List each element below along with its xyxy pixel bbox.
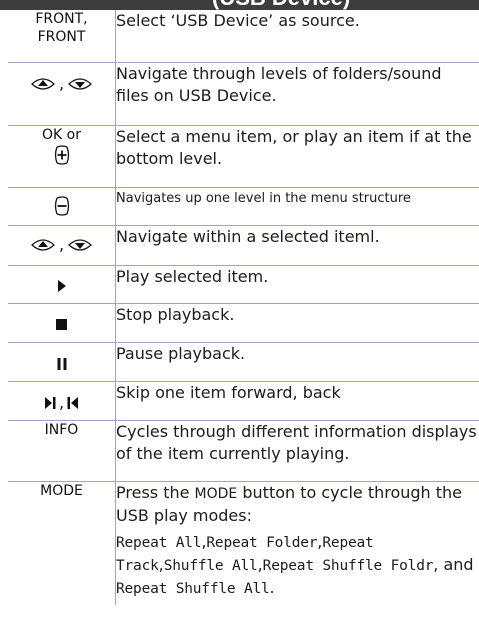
description-cell: Navigates up one level in the menu struc… [115, 187, 479, 226]
description-cell: Navigate within a selected iteml. [115, 225, 479, 266]
key-separator: , [58, 73, 65, 93]
key-label: FRONT, [35, 11, 88, 27]
table-row: MODE Press the MODE button to cycle thro… [8, 481, 479, 605]
mode-key-inline: MODE [194, 485, 238, 502]
description-cell: Stop playback. [115, 303, 479, 343]
key-cell: MODE [8, 481, 116, 605]
key-cell [8, 265, 116, 304]
key-cell: , [8, 225, 116, 266]
description-cell: Select a menu item, or play an item if a… [115, 125, 479, 188]
skip-back-icon [67, 396, 79, 409]
key-cell: INFO [8, 420, 116, 482]
description-cell: Cycles through different information dis… [115, 420, 479, 482]
key-label: MODE [40, 482, 83, 499]
table-row: , Navigate within a selected iteml. [8, 225, 479, 266]
pause-icon [57, 357, 66, 370]
stop-icon [56, 319, 67, 330]
description-cell: Press the MODE button to cycle through t… [115, 481, 479, 605]
description-text: Press the [116, 482, 195, 502]
nav-up-icon [31, 238, 55, 251]
play-mode: Repeat All [116, 534, 202, 551]
table-row: , Navigate through levels of folders/sou… [8, 62, 479, 126]
minus-icon [54, 195, 69, 216]
key-label: INFO [44, 421, 79, 438]
play-mode: Repeat Shuffle Foldr [262, 557, 434, 574]
modes-conjunction: and [443, 554, 474, 574]
key-cell: , [8, 381, 116, 421]
play-mode: Repeat Folder [206, 534, 318, 551]
key-cell [8, 187, 116, 226]
description-cell: Navigate through levels of folders/sound… [115, 62, 479, 126]
description-cell: Skip one item forward, back [115, 381, 479, 421]
key-cell: FRONT, FRONT [8, 10, 116, 63]
table-row: Play selected item. [8, 265, 479, 304]
section-header-title: (USB Device) [212, 0, 350, 10]
table-row: INFO Cycles through different informatio… [8, 420, 479, 482]
key-cell: OK or [8, 125, 116, 188]
nav-up-icon [31, 77, 55, 90]
key-cell [8, 303, 116, 343]
section-header-bar: (USB Device) [0, 0, 479, 10]
skip-forward-icon [44, 396, 56, 409]
key-cell [8, 342, 116, 382]
play-mode: Repeat Shuffle All [116, 580, 270, 597]
table-row: FRONT, FRONT Select ‘USB Device’ as sour… [8, 10, 479, 63]
play-mode: Shuffle All [163, 557, 258, 574]
table-row: OK or Select a menu item, or play an ite… [8, 125, 479, 188]
plus-icon [54, 144, 69, 165]
play-modes-list: Repeat All,Repeat Folder,Repeat Track,Sh… [116, 531, 474, 597]
key-separator: , [58, 234, 65, 254]
usb-controls-table: FRONT, FRONT Select ‘USB Device’ as sour… [8, 10, 479, 605]
table-row: Navigates up one level in the menu struc… [8, 187, 479, 226]
table-row: Pause playback. [8, 342, 479, 382]
key-label: OK or [42, 126, 81, 143]
key-label: FRONT [37, 29, 86, 45]
table-row: Stop playback. [8, 303, 479, 343]
nav-down-icon [68, 238, 92, 251]
play-icon [57, 279, 66, 292]
description-cell: Pause playback. [115, 342, 479, 382]
nav-down-icon [68, 77, 92, 90]
table-row: , Skip one item forward, back [8, 381, 479, 421]
key-cell: , [8, 62, 116, 126]
description-cell: Select ‘USB Device’ as source. [115, 10, 479, 63]
key-separator: , [58, 392, 65, 412]
description-cell: Play selected item. [115, 265, 479, 304]
